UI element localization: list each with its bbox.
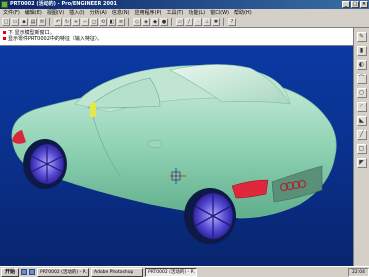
help-icon[interactable]: ?: [228, 18, 236, 26]
sketch-icon[interactable]: ✎: [356, 32, 367, 42]
revolve-icon[interactable]: ◐: [356, 60, 367, 70]
model-viewport[interactable]: [0, 46, 353, 266]
toolbar-separator: [49, 18, 51, 26]
quicklaunch-icon[interactable]: [21, 269, 28, 275]
menu-functions[interactable]: 功能(L): [188, 9, 205, 17]
saved-views-icon[interactable]: ◧: [108, 18, 116, 26]
hidden-line-icon[interactable]: ◈: [142, 18, 150, 26]
undo-icon[interactable]: ↶: [54, 18, 62, 26]
no-hidden-icon[interactable]: ◆: [151, 18, 159, 26]
minimize-button[interactable]: _: [342, 1, 350, 8]
proe-window: PRT0002 (活动的) - Pro/ENGINEER 2001 _ □ × …: [0, 0, 369, 277]
coord-sys-icon[interactable]: ⊥: [203, 18, 211, 26]
message-line: 显示零件PRT0002中的特征（输入特征）。: [3, 36, 350, 42]
zoom-in-icon[interactable]: +: [72, 18, 80, 26]
open-icon[interactable]: ▭: [11, 18, 19, 26]
system-tray-clock: 22:04: [348, 267, 369, 277]
menu-applications[interactable]: 应用程序(P): [135, 9, 162, 17]
menu-bar: 文件(F) 编辑(E) 视图(V) 插入(I) 分析(A) 信息(N) 应用程序…: [0, 9, 369, 17]
shading-icon[interactable]: ●: [160, 18, 168, 26]
hole-icon[interactable]: ○: [356, 88, 367, 98]
taskbar-item-photoshop[interactable]: Adobe Photoshop: [91, 267, 144, 277]
print-icon[interactable]: ▤: [29, 18, 37, 26]
menu-view[interactable]: 视图(V): [47, 9, 64, 17]
chamfer-icon[interactable]: ◣: [356, 116, 367, 126]
maximize-button[interactable]: □: [351, 1, 359, 8]
round-icon[interactable]: ◜: [356, 102, 367, 112]
menu-tools[interactable]: 工具(T): [166, 9, 183, 17]
rib-icon[interactable]: ╱: [356, 130, 367, 140]
spin-center-icon[interactable]: ✱: [212, 18, 220, 26]
layers-icon[interactable]: ≡: [117, 18, 125, 26]
repaint-icon[interactable]: ↻: [63, 18, 71, 26]
taskbar-item-proe[interactable]: PRT0002 (活动的) - P...: [37, 267, 90, 277]
datum-planes-icon[interactable]: ▱: [176, 18, 184, 26]
main-toolbar: □ ▭ ▪ ▤ ✉ ↶ ↻ + − ◻ ⟲ ◧ ≡ ◇ ◈ ◆ ● ▱ / · …: [0, 17, 369, 28]
menu-analysis[interactable]: 分析(A): [90, 9, 107, 17]
app-icon: [1, 1, 8, 8]
fit-icon[interactable]: ◻: [90, 18, 98, 26]
menu-info[interactable]: 信息(N): [112, 9, 130, 17]
message-bullet-icon: [3, 31, 6, 34]
taskbar: 开始 PRT0002 (活动的) - P... Adobe Photoshop …: [0, 266, 369, 277]
extrude-icon[interactable]: ▮: [356, 46, 367, 56]
side-mirror: [147, 139, 163, 149]
menu-edit[interactable]: 编辑(E): [25, 9, 42, 17]
menu-window[interactable]: 窗口(W): [210, 9, 229, 17]
feature-toolbar: ✎ ▮ ◐ ⌒ ○ ◜ ◣ ╱ ▢ ◤: [353, 28, 369, 266]
close-button[interactable]: ×: [360, 1, 368, 8]
zoom-out-icon[interactable]: −: [81, 18, 89, 26]
car-model[interactable]: [0, 46, 353, 266]
menu-file[interactable]: 文件(F): [3, 9, 20, 17]
wireframe-icon[interactable]: ◇: [133, 18, 141, 26]
menu-help[interactable]: 帮助(H): [234, 9, 252, 17]
title-bar: PRT0002 (活动的) - Pro/ENGINEER 2001 _ □ ×: [0, 0, 369, 9]
taskbar-item-proe-active[interactable]: PRT0002 (活动的) - P...: [145, 267, 198, 277]
new-icon[interactable]: □: [2, 18, 10, 26]
draft-icon[interactable]: ◤: [356, 158, 367, 168]
menu-insert[interactable]: 插入(I): [69, 9, 84, 17]
window-title: PRT0002 (活动的) - Pro/ENGINEER 2001: [10, 1, 117, 7]
window-controls: _ □ ×: [342, 1, 368, 8]
message-text: 显示零件PRT0002中的特征（输入特征）。: [8, 36, 103, 42]
email-icon[interactable]: ✉: [38, 18, 46, 26]
message-area: 下 显示模型新窗口。 显示零件PRT0002中的特征（输入特征）。: [0, 28, 353, 46]
blend-icon[interactable]: ⌒: [356, 74, 367, 84]
datum-points-icon[interactable]: ·: [194, 18, 202, 26]
save-icon[interactable]: ▪: [20, 18, 28, 26]
toolbar-separator: [171, 18, 173, 26]
datum-axes-icon[interactable]: /: [185, 18, 193, 26]
side-marker: [90, 102, 96, 118]
toolbar-separator: [223, 18, 225, 26]
start-button[interactable]: 开始: [1, 267, 20, 277]
orient-icon[interactable]: ⟲: [99, 18, 107, 26]
message-bullet-icon: [3, 37, 6, 40]
shell-icon[interactable]: ▢: [356, 144, 367, 154]
toolbar-separator: [128, 18, 130, 26]
quicklaunch-icon[interactable]: [29, 269, 36, 275]
